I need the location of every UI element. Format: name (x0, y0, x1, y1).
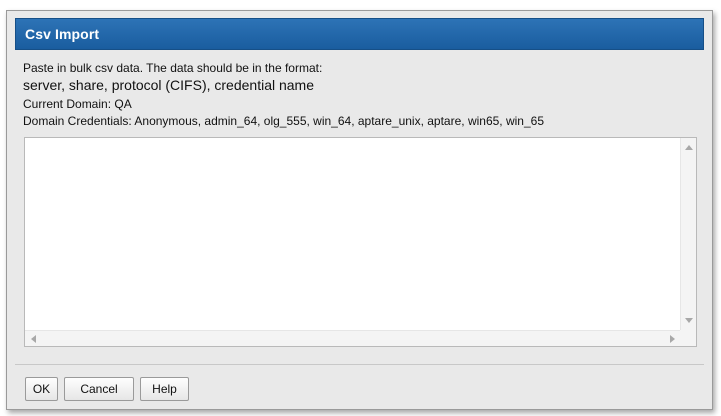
vertical-scrollbar[interactable] (680, 138, 696, 331)
instruction-text: Paste in bulk csv data. The data should … (23, 61, 323, 75)
scroll-up-icon[interactable] (685, 145, 693, 150)
ok-button[interactable]: OK (25, 377, 58, 401)
horizontal-scrollbar[interactable] (25, 330, 681, 346)
scroll-down-icon[interactable] (685, 318, 693, 323)
format-text: server, share, protocol (CIFS), credenti… (23, 77, 315, 93)
dialog-title: Csv Import (25, 26, 100, 42)
scroll-right-icon[interactable] (670, 335, 675, 343)
dialog-titlebar[interactable]: Csv Import (15, 18, 704, 50)
csv-textarea-container (24, 137, 697, 347)
help-button[interactable]: Help (140, 377, 189, 401)
scroll-left-icon[interactable] (31, 335, 36, 343)
csv-data-textarea[interactable] (25, 138, 681, 331)
cancel-button[interactable]: Cancel (64, 377, 134, 401)
scrollbar-corner (680, 330, 696, 346)
button-bar-separator (15, 364, 704, 365)
csv-import-dialog: Csv Import Paste in bulk csv data. The d… (6, 10, 713, 410)
domain-credentials-text: Domain Credentials: Anonymous, admin_64,… (23, 114, 544, 128)
current-domain-text: Current Domain: QA (23, 97, 132, 111)
